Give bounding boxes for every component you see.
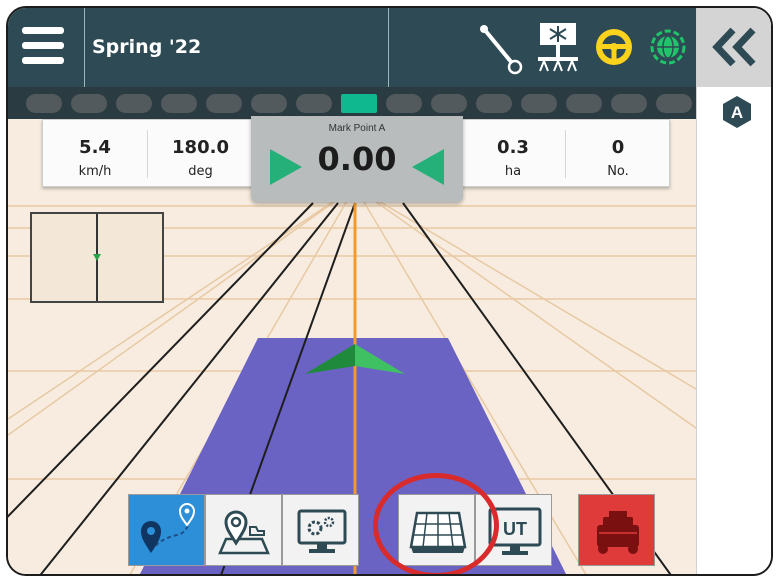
- app-frame: Spring '22 5.4 km/h 180.0 deg 0.3 ha 0 N…: [6, 6, 773, 576]
- boom-section-strip: [8, 87, 696, 119]
- boom-section: [656, 94, 692, 113]
- tank-icon: [597, 511, 639, 554]
- count-value: 0: [611, 137, 625, 158]
- universal-terminal-button[interactable]: UT: [475, 494, 552, 566]
- header-divider: [84, 8, 85, 87]
- implement-hitch-icon[interactable]: [474, 15, 530, 79]
- boom-sections-icon[interactable]: [530, 15, 586, 79]
- area-unit: ha: [504, 164, 522, 179]
- boom-section: [476, 94, 512, 113]
- boom-section-active: [341, 94, 377, 113]
- area-readout: 0.3 ha: [461, 120, 565, 186]
- mapping-button[interactable]: [205, 494, 282, 566]
- header-divider: [388, 8, 389, 87]
- waypoint-path-icon: [141, 503, 196, 553]
- heading-unit: deg: [188, 164, 213, 179]
- boom-section: [296, 94, 332, 113]
- top-bar: Spring '22: [8, 8, 696, 87]
- monitor-gears-icon: [297, 509, 347, 553]
- boom-section: [386, 94, 422, 113]
- side-panel: A: [696, 8, 771, 574]
- mark-point-label: Mark Point A: [328, 123, 386, 134]
- boom-section: [611, 94, 647, 113]
- boom-section: [431, 94, 467, 113]
- field-grid-view-icon: [409, 511, 467, 553]
- boom-section: [71, 94, 107, 113]
- map-marker-field-icon: [218, 510, 270, 555]
- heading-readout: 180.0 deg: [148, 120, 253, 186]
- boom-section: [161, 94, 197, 113]
- console-settings-button[interactable]: [282, 494, 359, 566]
- boom-section: [566, 94, 602, 113]
- cross-track-card[interactable]: Mark Point A 0.00: [251, 116, 463, 202]
- collapse-panel-button[interactable]: [697, 8, 771, 87]
- auto-mode-badge-icon[interactable]: A: [720, 95, 754, 129]
- steer-left-arrow-icon: [412, 149, 444, 185]
- boom-section: [521, 94, 557, 113]
- count-readout: 0 No.: [566, 120, 670, 186]
- speed-readout: 5.4 km/h: [43, 120, 147, 186]
- guidance-mode-button[interactable]: [128, 494, 205, 566]
- boom-section: [251, 94, 287, 113]
- heading-value: 180.0: [172, 137, 229, 158]
- boom-section: [206, 94, 242, 113]
- count-unit: No.: [607, 164, 629, 179]
- boom-section: [116, 94, 152, 113]
- display-view-button[interactable]: [398, 494, 475, 566]
- mini-map-vehicle-icon: [93, 254, 101, 261]
- tank-vehicle-button[interactable]: [578, 494, 655, 566]
- ut-label: UT: [503, 519, 527, 539]
- left-readout-card[interactable]: 5.4 km/h 180.0 deg: [42, 119, 254, 187]
- auto-mode-label: A: [731, 103, 743, 122]
- monitor-ut-icon: UT: [488, 507, 542, 555]
- double-chevron-left-icon: [712, 27, 756, 67]
- speed-unit: km/h: [78, 164, 112, 179]
- right-readout-card[interactable]: 0.3 ha 0 No.: [460, 119, 670, 187]
- area-value: 0.3: [497, 137, 529, 158]
- mini-map[interactable]: [30, 212, 164, 303]
- hamburger-menu-icon[interactable]: [22, 27, 64, 65]
- job-title[interactable]: Spring '22: [92, 36, 201, 58]
- speed-value: 5.4: [79, 137, 111, 158]
- steering-wheel-icon[interactable]: [586, 15, 642, 79]
- boom-section: [26, 94, 62, 113]
- gnss-globe-icon[interactable]: [640, 15, 696, 79]
